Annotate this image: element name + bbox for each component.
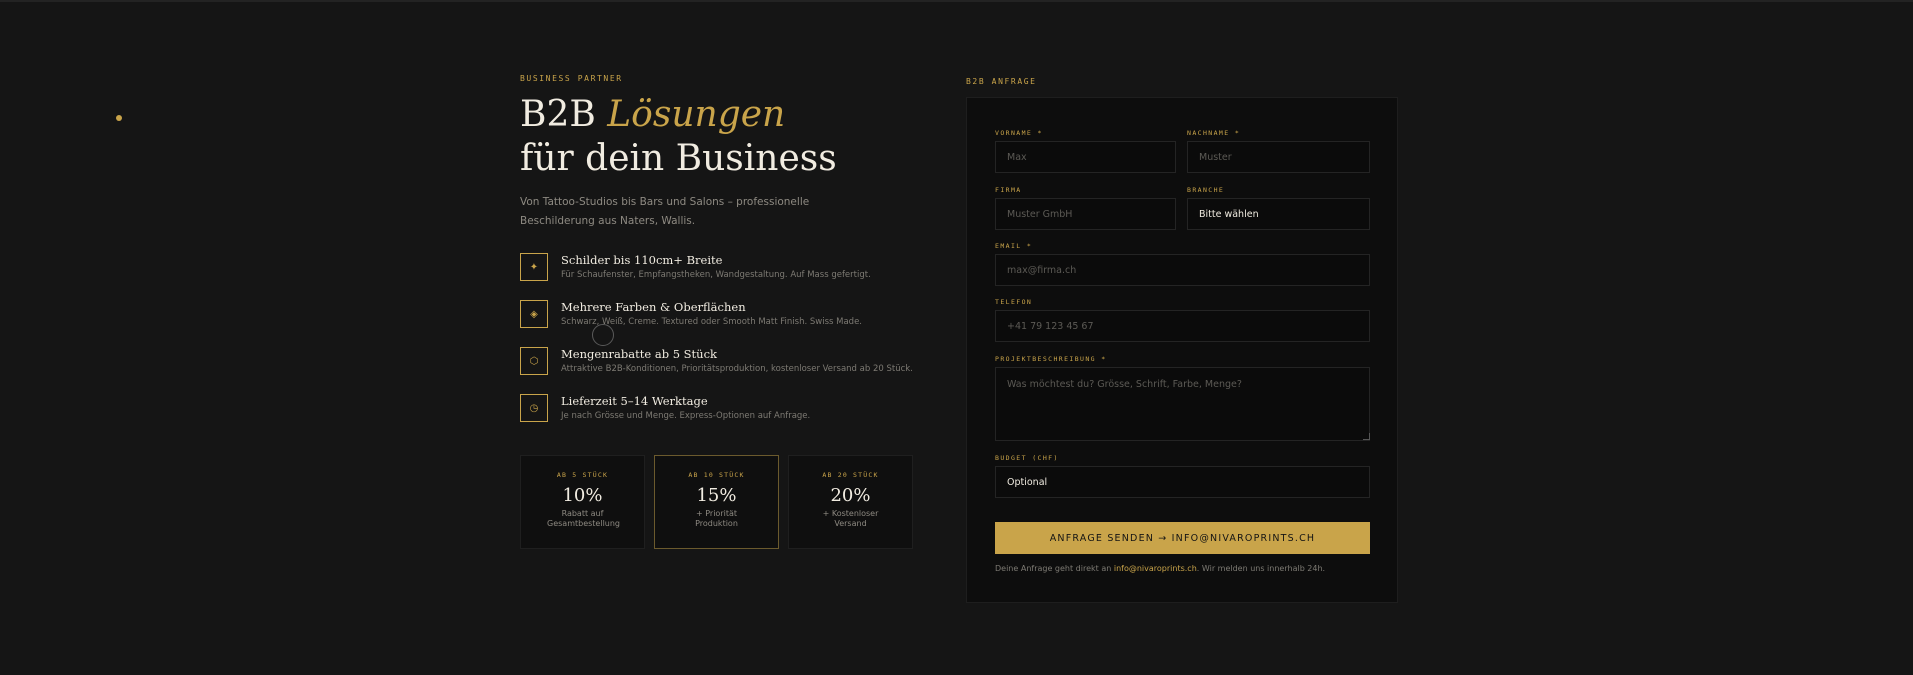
feature-desc: Für Schaufenster, Empfangstheken, Wandge… [561,270,871,280]
title-accent: Lösungen [607,94,786,135]
email-link[interactable]: info@nivaroprints.ch [1114,564,1197,573]
branche-label: BRANCHE [1187,186,1225,194]
feature-title: Mehrere Farben & Oberflächen [561,300,746,314]
resize-handle[interactable] [1363,433,1370,440]
feature-item: ⬡ Mengenrabatte ab 5 Stück Attraktive B2… [520,347,915,394]
telefon-label: TELEFON [995,298,1033,306]
email-field[interactable] [995,254,1370,286]
nachname-label: NACHNAME * [1187,129,1241,137]
tier-desc: + Kostenloser Versand [822,509,879,528]
discount-tiers: AB 5 STÜCK 10% Rabatt auf Gesamtbestellu… [520,455,913,549]
firma-label: FIRMA [995,186,1022,194]
title-line2: für dein Business [520,138,837,179]
note-suffix: . Wir melden uns innerhalb 24h. [1196,564,1326,573]
projekt-label: PROJEKTBESCHREIBUNG * [995,355,1107,363]
feature-desc: Je nach Grösse und Menge. Express-Option… [561,411,811,421]
tier-card[interactable]: AB 20 STÜCK 20% + Kostenloser Versand [788,455,913,549]
email-label: EMAIL * [995,242,1033,250]
feature-item: ✦ Schilder bis 110cm+ Breite Für Schaufe… [520,253,915,300]
title-part1: B2B [520,94,608,135]
page-title: B2B Lösungen für dein Business [520,93,915,181]
submit-button[interactable]: ANFRAGE SENDEN → INFO@NIVAROPRINTS.CH [995,522,1370,554]
feature-item: ◷ Lieferzeit 5–14 Werktage Je nach Gröss… [520,394,915,441]
telefon-input[interactable] [995,310,1370,342]
feature-title: Mengenrabatte ab 5 Stück [561,347,717,361]
firma-input[interactable] [995,198,1176,230]
nachname-input[interactable] [1187,141,1370,173]
feature-list: ✦ Schilder bis 110cm+ Breite Für Schaufe… [520,253,915,441]
top-divider [0,0,1913,2]
section-eyebrow: BUSINESS PARTNER [520,74,623,83]
b2b-request-form: VORNAME * NACHNAME * FIRMA BRANCHE Bitte… [966,97,1398,603]
clock-icon: ◷ [520,394,548,422]
vorname-label: VORNAME * [995,129,1043,137]
sparkle-icon: ✦ [520,253,548,281]
accent-dot [116,115,122,121]
budget-select[interactable]: Optional [995,466,1370,498]
tier-percent: 20% [830,485,871,506]
tier-label: AB 5 STÜCK [556,471,609,479]
budget-label: BUDGET (CHF) [995,454,1059,462]
tier-percent: 10% [562,485,603,506]
feature-title: Schilder bis 110cm+ Breite [561,253,723,267]
diamond-icon: ◈ [520,300,548,328]
vorname-input[interactable] [995,141,1176,173]
form-note: Deine Anfrage geht direkt an info@nivaro… [995,564,1325,573]
feature-item: ◈ Mehrere Farben & Oberflächen Schwarz, … [520,300,915,347]
tier-desc: Rabatt auf Gesamtbestellung [547,509,621,528]
tier-percent: 15% [696,485,737,506]
tier-label: AB 10 STÜCK [688,471,745,479]
form-eyebrow: B2B ANFRAGE [966,77,1037,86]
projekt-textarea[interactable] [995,367,1370,441]
feature-desc: Attraktive B2B-Konditionen, Prioritätspr… [561,364,913,374]
custom-cursor [592,324,614,346]
tier-card[interactable]: AB 10 STÜCK 15% + Priorität Produktion [654,455,779,549]
tier-card[interactable]: AB 5 STÜCK 10% Rabatt auf Gesamtbestellu… [520,455,645,549]
hexagon-icon: ⬡ [520,347,548,375]
b2b-intro: BUSINESS PARTNER B2B Lösungen für dein B… [520,74,915,549]
branche-select[interactable]: Bitte wählen [1187,198,1370,230]
tier-desc: + Priorität Produktion [695,509,738,528]
lead-text: Von Tattoo-Studios bis Bars und Salons –… [520,196,810,227]
feature-title: Lieferzeit 5–14 Werktage [561,394,708,408]
tier-label: AB 20 STÜCK [822,471,879,479]
note-prefix: Deine Anfrage geht direkt an [995,564,1114,573]
